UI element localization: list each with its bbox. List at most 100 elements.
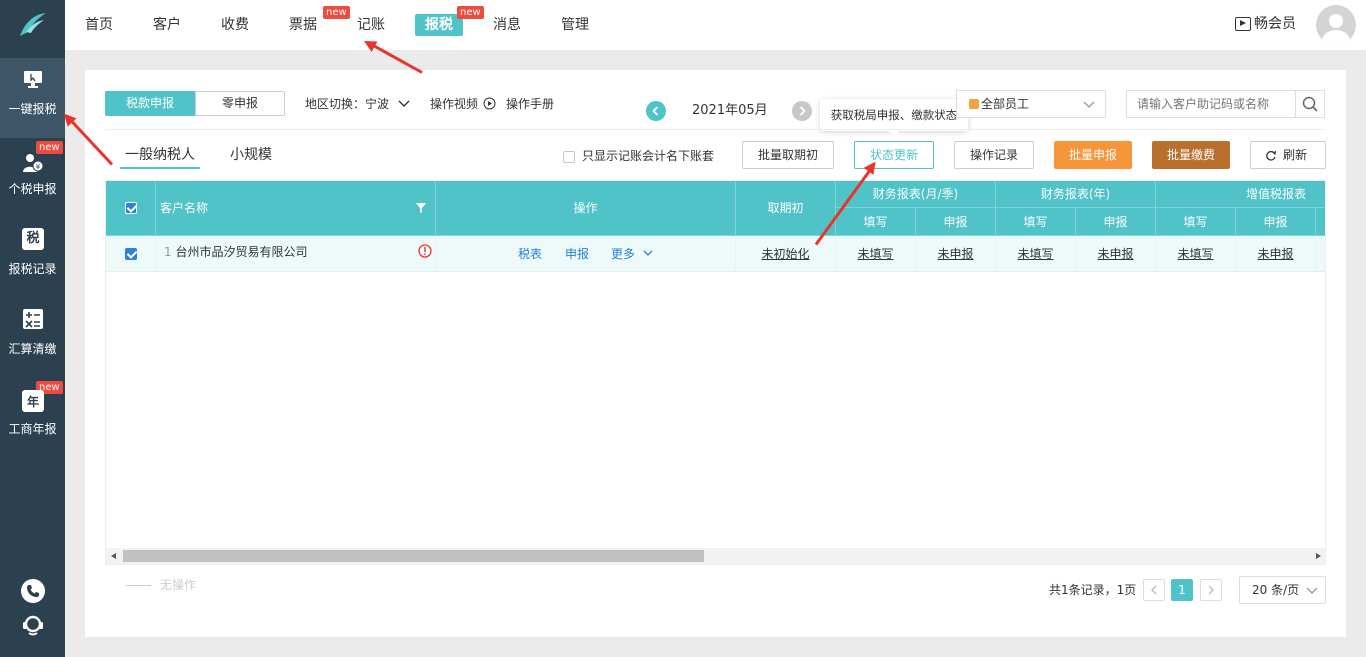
search-icon [1302,96,1318,112]
header-declare: 申报 [1236,208,1316,236]
sidebar-item-annual-report[interactable]: new 年 工商年报 [0,378,65,458]
nav-bookkeeping[interactable]: 记账 [351,14,391,36]
divider [126,585,151,586]
tab-tax-declaration[interactable]: 税款申报 [105,91,195,116]
header-fin-report-year: 财务报表(年) [996,181,1156,208]
operation-log-button[interactable]: 操作记录 [954,141,1034,169]
subtab-general-taxpayer[interactable]: 一般纳税人 [125,146,195,164]
nav-tax-filing[interactable]: 报税 [415,14,463,36]
fin-month-fill-link[interactable]: 未填写 [857,247,893,261]
batch-cancel-init-button[interactable]: 批量取期初 [742,141,834,169]
next-period-button[interactable] [792,101,812,121]
video-play-icon [1235,17,1251,31]
sidebar-item-tax-records[interactable]: 税 报税记录 [0,218,65,298]
sidebar-item-settlement[interactable]: 汇算清缴 [0,298,65,378]
declare-link[interactable]: 申报 [565,236,589,272]
warning-icon[interactable] [418,244,432,258]
fin-month-declare-link[interactable]: 未申报 [937,247,973,261]
page-size-select[interactable]: 20 条/页 [1239,576,1326,604]
refresh-icon [1266,150,1277,161]
sidebar-item-label: 一键报税 [8,102,57,116]
person-tax-icon: ¥ [23,154,44,172]
manual-link[interactable]: 操作手册 [506,96,554,112]
sidebar: 一键报税 new ¥ 个税申报 税 报税记录 汇算清缴 new 年 工商年报 [0,0,65,657]
operations-cell: 税表 申报 更多 [436,236,736,272]
fin-year-declare-link[interactable]: 未申报 [1097,247,1133,261]
scroll-left-icon[interactable] [111,553,116,559]
filter-icon[interactable] [415,202,427,214]
customer-name[interactable]: 台州市品汐贸易有限公司 [175,245,307,259]
employee-select[interactable]: 全部员工 [956,90,1106,118]
row-checkbox[interactable] [125,248,137,260]
chevron-down-icon[interactable] [643,250,653,257]
vip-link[interactable]: 畅会员 [1254,15,1296,33]
tab-zero-declaration[interactable]: 零申报 [195,91,285,116]
monitor-icon [24,71,42,88]
sidebar-item-label: 工商年报 [8,422,57,436]
avatar[interactable] [1316,5,1356,45]
scrollbar-thumb[interactable] [123,550,704,562]
next-page-button[interactable] [1200,579,1222,601]
customer-table: 客户名称 操作 取期初 财务报表(月/季) 财务报表(年) 增值税报表 填写 申… [105,180,1326,565]
fin-year-fill-link[interactable]: 未填写 [1017,247,1053,261]
chevron-down-icon [1306,587,1318,594]
header-cell [1316,208,1325,236]
sidebar-item-label: 个税申报 [8,182,57,196]
vat-declare-link[interactable]: 未申报 [1257,247,1293,261]
video-link[interactable]: 操作视频 [430,96,478,112]
refresh-button[interactable]: 刷新 [1250,141,1326,169]
nav-invoices[interactable]: 票据 [283,14,323,36]
table-row[interactable]: 1 台州市品汐贸易有限公司 税表 申报 更多 未初始化 未填写 未申报 未填写 … [106,236,1325,272]
prev-period-button[interactable] [646,101,666,121]
app-logo[interactable] [0,0,65,50]
new-badge: new [457,6,484,19]
phone-icon[interactable] [21,579,45,603]
nav-messages[interactable]: 消息 [487,14,527,36]
fin-month-declare-cell: 未申报 [916,236,996,272]
fin-year-fill-cell: 未填写 [996,236,1076,272]
init-status-link[interactable]: 未初始化 [761,247,809,261]
sidebar-item-one-click-tax[interactable]: 一键报税 [0,58,65,138]
header-select-all-cell [106,181,156,236]
employee-icon [969,99,979,109]
select-all-checkbox[interactable] [125,202,137,214]
region-switch[interactable]: 地区切换：宁波 [305,96,389,112]
nav-fees[interactable]: 收费 [215,14,255,36]
period-label: 2021年05月 [692,103,768,118]
nav-management[interactable]: 管理 [555,14,595,36]
batch-declare-button[interactable]: 批量申报 [1054,141,1132,169]
chevron-down-icon[interactable] [398,99,410,109]
fin-year-declare-cell: 未申报 [1076,236,1156,272]
only-show-checkbox[interactable] [563,151,575,163]
init-status-cell: 未初始化 [736,236,836,272]
prev-page-button[interactable] [1143,579,1165,601]
sidebar-item-personal-tax[interactable]: new ¥ 个税申报 [0,138,65,218]
header-fill: 填写 [836,208,916,236]
customer-name-cell[interactable]: 1 台州市品汐贸易有限公司 [156,236,436,272]
more-link[interactable]: 更多 [611,236,635,272]
header-customer-name: 客户名称 [156,181,436,236]
page-1-button[interactable]: 1 [1171,579,1193,601]
play-circle-icon [483,97,496,110]
search-input[interactable] [1126,90,1296,118]
tax-table-link[interactable]: 税表 [518,236,542,272]
chevron-down-icon [1083,101,1095,108]
only-show-label: 只显示记账会计名下账套 [582,149,715,163]
batch-pay-button[interactable]: 批量缴费 [1152,141,1230,169]
header-operations: 操作 [436,181,736,236]
chevron-right-icon [1208,585,1214,595]
no-operation-label: 无操作 [160,578,197,592]
scroll-right-icon[interactable] [1316,553,1321,559]
vat-fill-link[interactable]: 未填写 [1177,247,1213,261]
header-vat-report: 增值税报表 [1156,181,1325,208]
subtab-small-scale[interactable]: 小规模 [230,146,272,164]
customer-service-icon[interactable] [20,612,46,638]
nav-customers[interactable]: 客户 [147,14,187,36]
chevron-left-icon [1151,585,1157,595]
horizontal-scrollbar[interactable] [106,548,1325,564]
fin-month-fill-cell: 未填写 [836,236,916,272]
tooltip-arrow [888,131,900,137]
search-button[interactable] [1295,90,1325,118]
row-index: 1 [164,245,172,259]
nav-home[interactable]: 首页 [79,14,119,36]
